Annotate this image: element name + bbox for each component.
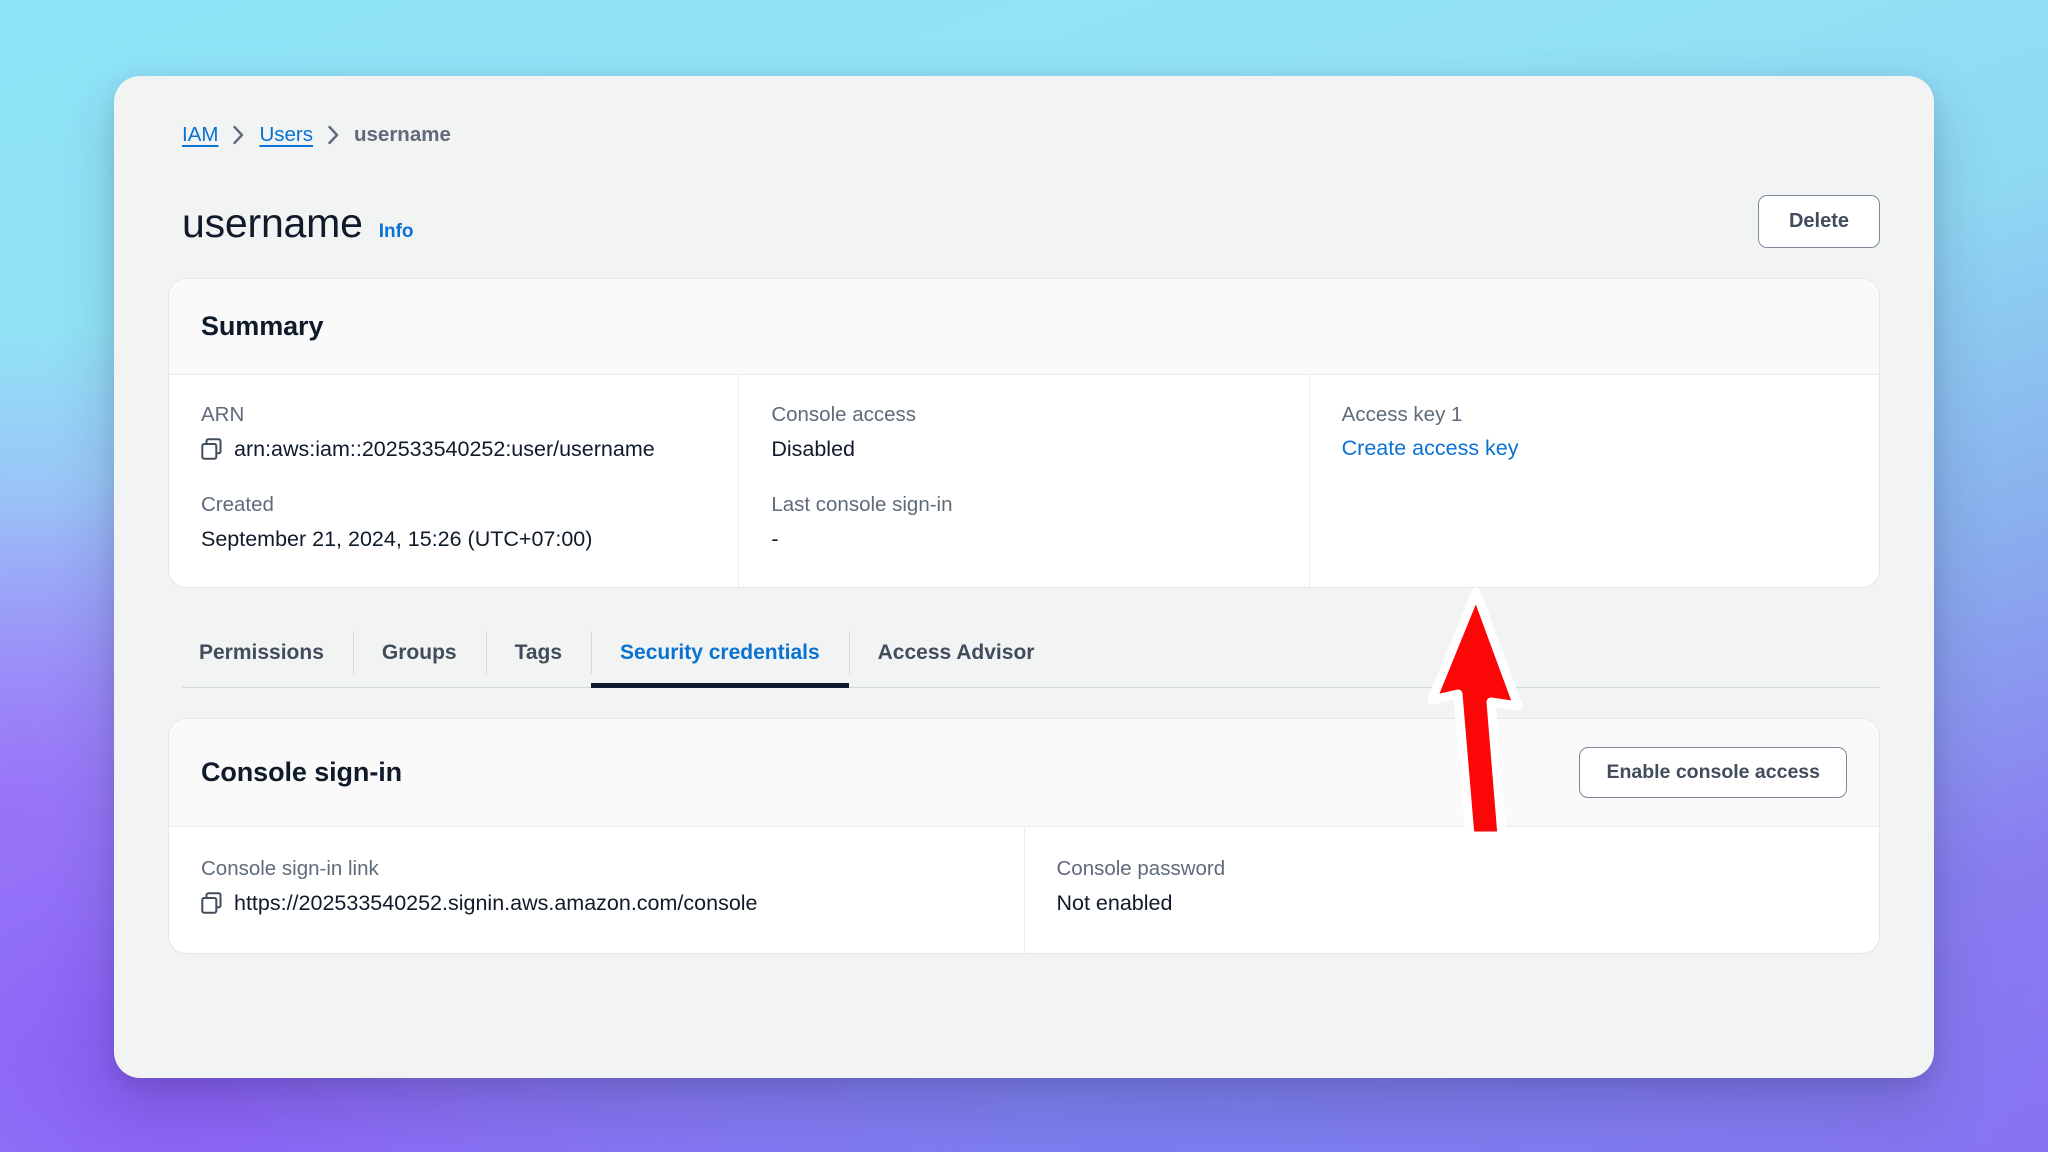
- summary-card: Summary ARN arn:aws:iam::202533540252:us…: [168, 278, 1880, 588]
- field-value-console-access: Disabled: [771, 437, 855, 461]
- breadcrumb: IAM Users username: [182, 122, 1880, 148]
- field-label-console-access: Console access: [771, 403, 917, 426]
- tab-groups[interactable]: Groups: [352, 618, 486, 687]
- copy-icon[interactable]: [201, 892, 222, 915]
- enable-console-access-button[interactable]: Enable console access: [1579, 747, 1847, 798]
- field-label-arn: ARN: [201, 403, 245, 426]
- console-signin-link-column: Console sign-in link https://20253354025…: [169, 827, 1024, 953]
- chevron-right-icon: [328, 125, 339, 145]
- create-access-key-link[interactable]: Create access key: [1342, 436, 1519, 460]
- summary-card-header: Summary: [169, 279, 1879, 375]
- summary-column-3: Access key 1 Create access key: [1308, 375, 1879, 587]
- field-text-console-signin-link: https://202533540252.signin.aws.amazon.c…: [234, 891, 758, 915]
- page-content: IAM Users username username Info Delete …: [168, 122, 1880, 1032]
- field-console-access: Console access Disabled: [771, 403, 1276, 463]
- console-signin-title: Console sign-in: [201, 757, 403, 787]
- field-access-key-1: Access key 1 Create access key: [1342, 403, 1847, 461]
- field-value-created: September 21, 2024, 15:26 (UTC+07:00): [201, 526, 593, 551]
- tab-tags[interactable]: Tags: [485, 618, 591, 687]
- console-signin-card-header: Console sign-in Enable console access: [169, 719, 1879, 827]
- page-header: username Info Delete: [182, 190, 1880, 248]
- summary-body: ARN arn:aws:iam::202533540252:user/usern…: [169, 375, 1879, 587]
- field-value-last-console-signin: -: [771, 526, 779, 551]
- field-text-arn: arn:aws:iam::202533540252:user/username: [234, 437, 655, 461]
- summary-column-1: ARN arn:aws:iam::202533540252:user/usern…: [169, 375, 738, 587]
- field-label-console-signin-link: Console sign-in link: [201, 857, 379, 880]
- console-signin-body: Console sign-in link https://20253354025…: [169, 827, 1879, 953]
- chevron-right-icon: [233, 125, 244, 145]
- field-label-created: Created: [201, 492, 274, 516]
- tab-security-credentials[interactable]: Security credentials: [591, 618, 849, 688]
- breadcrumb-item-iam[interactable]: IAM: [182, 123, 218, 147]
- field-arn: ARN arn:aws:iam::202533540252:user/usern…: [201, 403, 706, 463]
- field-value-console-password: Not enabled: [1056, 891, 1173, 915]
- copy-icon[interactable]: [201, 438, 222, 461]
- field-last-console-signin: Last console sign-in -: [771, 493, 1276, 553]
- console-password-column: Console password Not enabled: [1023, 827, 1880, 953]
- browser-panel: IAM Users username username Info Delete …: [114, 76, 1934, 1078]
- summary-title: Summary: [201, 311, 324, 341]
- console-signin-card: Console sign-in Enable console access Co…: [168, 718, 1880, 954]
- tab-bar: Permissions Groups Tags Security credent…: [182, 618, 1880, 688]
- breadcrumb-item-current: username: [354, 123, 451, 146]
- field-label-last-console-signin: Last console sign-in: [771, 492, 953, 516]
- page-title-group: username Info: [182, 203, 414, 244]
- info-link[interactable]: Info: [379, 221, 414, 243]
- field-created: Created September 21, 2024, 15:26 (UTC+0…: [201, 493, 706, 553]
- tab-permissions[interactable]: Permissions: [182, 618, 353, 687]
- field-label-console-password: Console password: [1056, 857, 1226, 880]
- field-value-arn: arn:aws:iam::202533540252:user/username: [201, 436, 706, 463]
- field-label-access-key-1: Access key 1: [1341, 403, 1463, 426]
- field-value-console-signin-link: https://202533540252.signin.aws.amazon.c…: [201, 890, 992, 917]
- page-title: username: [182, 200, 363, 246]
- summary-column-2: Console access Disabled Last console sig…: [738, 375, 1308, 587]
- delete-button[interactable]: Delete: [1757, 195, 1880, 248]
- breadcrumb-item-users[interactable]: Users: [259, 123, 313, 147]
- tab-access-advisor[interactable]: Access Advisor: [848, 618, 1064, 687]
